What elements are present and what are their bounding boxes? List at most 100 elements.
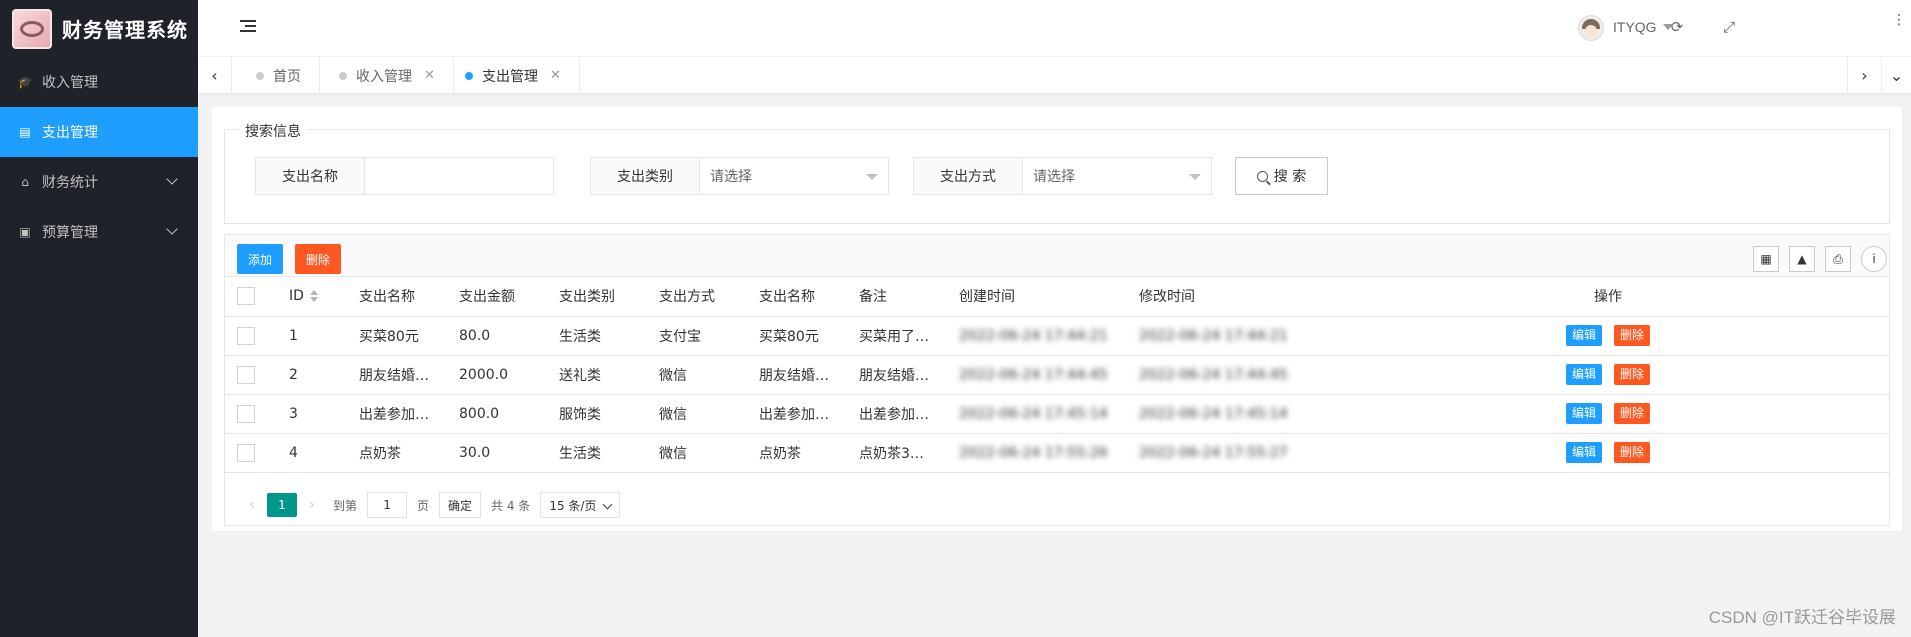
prev-page-icon[interactable]: ‹ [237, 497, 267, 513]
row-actions: 编辑 删除 [1327, 394, 1889, 434]
more-vertical-icon[interactable]: ⋮ [1892, 13, 1906, 27]
row-checkbox[interactable] [237, 365, 255, 384]
next-page-icon[interactable]: › [297, 497, 327, 513]
search-button[interactable]: 搜 索 [1235, 157, 1328, 195]
sidebar-item-label: 预算管理 [42, 225, 98, 241]
table-cell: 生活类 [547, 316, 647, 356]
table-cell: 买菜80元 [747, 316, 847, 356]
caret-down-icon [1189, 174, 1201, 180]
table-cell: 2022-06-24 17:44:45 [1127, 355, 1327, 395]
table-cell: 2022-06-24 17:44:45 [947, 355, 1127, 395]
expense-method-select[interactable]: 请选择 [1023, 158, 1211, 194]
table-cell: 2 [277, 355, 347, 395]
table-cell: 30.0 [447, 433, 547, 473]
info-icon[interactable]: i [1861, 246, 1887, 272]
table-cell: 朋友结婚… [747, 355, 847, 395]
batch-delete-button[interactable]: 删除 [295, 244, 342, 274]
table-cell: 出差参加… [747, 394, 847, 434]
edit-button[interactable]: 编辑 [1565, 442, 1602, 463]
search-legend: 搜索信息 [239, 121, 307, 141]
sort-icon[interactable] [309, 290, 318, 303]
tab-dot [465, 71, 473, 80]
table-row: 4 点奶茶 30.0 生活类 微信 点奶茶 点奶茶3… 2022-06-24 17:55:26… [225, 433, 1889, 473]
row-actions: 编辑 删除 [1327, 433, 1889, 473]
delete-button[interactable]: 删除 [1614, 442, 1651, 463]
sidebar-item-income[interactable]: 🎓 收入管理 [0, 57, 198, 107]
table-cell: 点奶茶 [747, 433, 847, 473]
table-cell: 出差参加… [347, 394, 447, 434]
tab-prev-icon[interactable]: ‹ [198, 57, 232, 94]
row-checkbox[interactable] [237, 326, 255, 345]
edit-button[interactable]: 编辑 [1565, 403, 1602, 424]
search-icon [1256, 170, 1268, 182]
table-row: 1 买菜80元 80.0 生活类 支付宝 买菜80元 买菜用了… 2022-06-24 17:… [225, 316, 1889, 356]
sidebar-item-expense[interactable]: ▤ 支出管理 [0, 107, 198, 157]
table-cell: 点奶茶 [347, 433, 447, 473]
column-header: 支出金额 [447, 277, 547, 317]
table-cell: 4 [277, 433, 347, 473]
column-header-id[interactable]: ID [277, 277, 347, 317]
export-icon[interactable]: ▲ [1789, 246, 1815, 272]
tab-next-icon[interactable]: › [1847, 57, 1881, 94]
table-cell: 2022-06-24 17:44:21 [947, 316, 1127, 356]
expense-method-field: 支出方式 请选择 [913, 157, 1212, 195]
field-label: 支出类别 [591, 158, 700, 194]
select-value: 请选择 [710, 169, 752, 185]
delete-button[interactable]: 删除 [1614, 403, 1651, 424]
sidebar: 财务管理系统 🎓 收入管理 ▤ 支出管理 ⌂ 财务统计 ▣ 预算管理 [0, 0, 198, 637]
row-checkbox[interactable] [237, 443, 255, 462]
columns-filter-icon[interactable]: ▦ [1753, 246, 1779, 272]
table-cell: 买菜用了… [847, 316, 947, 356]
edit-button[interactable]: 编辑 [1565, 325, 1602, 346]
delete-button[interactable]: 删除 [1614, 364, 1651, 385]
avatar[interactable] [1578, 15, 1604, 41]
tab-label: 首页 [273, 68, 301, 85]
page-size-select[interactable]: 15 条/页 [540, 492, 621, 518]
tab-income[interactable]: 收入管理 ✕ [315, 57, 454, 94]
expense-category-select[interactable]: 请选择 [700, 158, 888, 194]
graduation-cap-icon: 🎓 [17, 75, 33, 89]
delete-button[interactable]: 删除 [1614, 325, 1651, 346]
close-icon[interactable]: ✕ [550, 68, 561, 83]
table-cell: 买菜80元 [347, 316, 447, 356]
sidebar-item-statistics[interactable]: ⌂ 财务统计 [0, 157, 198, 207]
print-icon[interactable]: ⎙ [1825, 246, 1851, 272]
sidebar-item-budget[interactable]: ▣ 预算管理 [0, 207, 198, 257]
tab-label: 收入管理 [356, 68, 412, 85]
app-title: 财务管理系统 [62, 18, 188, 42]
close-icon[interactable]: ✕ [424, 68, 435, 83]
table-icon: ▤ [19, 125, 31, 139]
table-cell: 2022-06-24 17:55:27 [1127, 433, 1327, 473]
search-button-label: 搜 索 [1273, 169, 1307, 185]
expense-name-input[interactable] [365, 158, 553, 194]
table-cell: 3 [277, 394, 347, 434]
tab-expense[interactable]: 支出管理 ✕ [441, 57, 580, 94]
tab-home[interactable]: 首页 [232, 57, 320, 94]
row-checkbox[interactable] [237, 404, 255, 423]
user-name[interactable]: ITYQG [1613, 19, 1657, 35]
total-count: 共 4 条 [491, 498, 531, 513]
expense-name-field: 支出名称 [255, 157, 554, 195]
logo-image [12, 8, 52, 49]
table-cell: 生活类 [547, 433, 647, 473]
column-header: 支出类别 [547, 277, 647, 317]
tab-label: 支出管理 [482, 68, 538, 85]
table-cell: 80.0 [447, 316, 547, 356]
menu-toggle-icon[interactable] [240, 20, 256, 34]
page-current[interactable]: 1 [267, 493, 297, 517]
goto-confirm-button[interactable]: 确定 [439, 492, 482, 518]
table-cell: 点奶茶3… [847, 433, 947, 473]
goto-page-input[interactable]: 1 [367, 492, 408, 518]
table-cell: 支付宝 [647, 316, 747, 356]
page-label: 页 [417, 498, 430, 513]
sidebar-item-label: 支出管理 [42, 125, 98, 141]
data-table: 添加 删除 ▦ ▲ ⎙ i ID 支出名称 支出金额 支出类别 支出方式 支出名… [224, 234, 1890, 526]
column-header: 创建时间 [947, 277, 1127, 317]
caret-down-icon[interactable] [1663, 24, 1673, 30]
fullscreen-icon[interactable]: ⤢ [1720, 18, 1738, 36]
select-all-checkbox[interactable] [237, 287, 255, 306]
add-button[interactable]: 添加 [237, 244, 284, 274]
edit-button[interactable]: 编辑 [1565, 364, 1602, 385]
table-row: 3 出差参加… 800.0 服饰类 微信 出差参加… 出差参加… 2022-06-24 17:… [225, 394, 1889, 434]
tab-menu-chevron-down-icon[interactable]: ⌄ [1881, 57, 1911, 94]
